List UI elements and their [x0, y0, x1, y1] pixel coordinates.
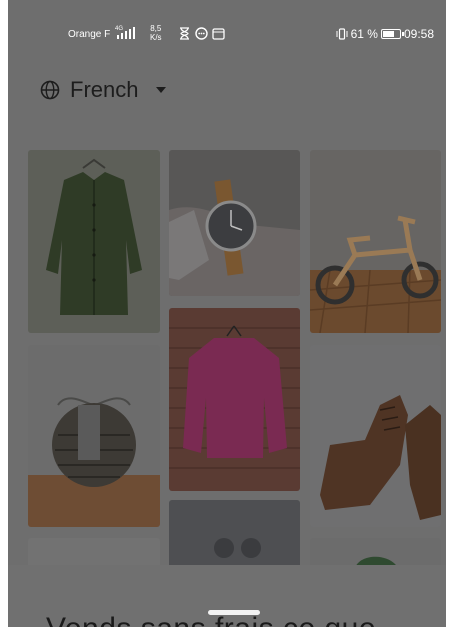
svg-text:4G: 4G [115, 26, 123, 32]
leather-boots-image [310, 345, 441, 527]
gallery-item-partial-3[interactable] [310, 538, 441, 568]
gallery-item-balance-bike[interactable] [310, 150, 441, 333]
battery-icon [380, 29, 404, 39]
gallery-item-pink-sweater[interactable] [169, 308, 300, 491]
wicker-basket-image [28, 345, 160, 527]
phone-screen: Orange F 4G 8,5 K/s 61 % 09:58 French [8, 0, 446, 627]
partial-item-3-image [310, 538, 441, 568]
green-shirt-image [28, 150, 160, 333]
carrier-label: Orange F [68, 29, 111, 40]
gallery-item-partial-2[interactable] [169, 500, 300, 568]
signal-icon: 4G [115, 26, 135, 39]
globe-icon [40, 80, 60, 100]
vibrate-icon [336, 28, 348, 40]
partial-item-1-image [28, 538, 160, 568]
headline: Vends sans frais ce que [46, 612, 376, 627]
system-status: 61 % 09:58 [336, 27, 434, 41]
pink-sweater-image [169, 308, 300, 491]
clock: 09:58 [403, 27, 434, 41]
language-label: French [70, 77, 139, 102]
status-bar: Orange F 4G 8,5 K/s 61 % 09:58 [8, 22, 446, 50]
battery-percent: 61 % [350, 27, 378, 41]
chevron-down-icon [156, 87, 167, 93]
gallery-item-wrist-watch[interactable] [169, 150, 300, 296]
calendar-icon [212, 28, 225, 40]
network-speed: 8,5 K/s [150, 24, 162, 42]
gallery-item-green-shirt[interactable] [28, 150, 160, 333]
chat-bubble-icon [195, 27, 208, 40]
network-speed-value: 8,5 [150, 24, 162, 33]
wrist-watch-image [169, 150, 300, 296]
gallery-item-wicker-basket[interactable] [28, 345, 160, 527]
gallery-item-partial-1[interactable] [28, 538, 160, 568]
hourglass-icon [180, 27, 189, 40]
network-speed-unit: K/s [150, 33, 162, 42]
balance-bike-image [310, 150, 441, 333]
partial-item-2-image [169, 500, 300, 568]
language-selector[interactable]: French [40, 77, 167, 103]
gallery-item-leather-boots[interactable] [310, 345, 441, 527]
